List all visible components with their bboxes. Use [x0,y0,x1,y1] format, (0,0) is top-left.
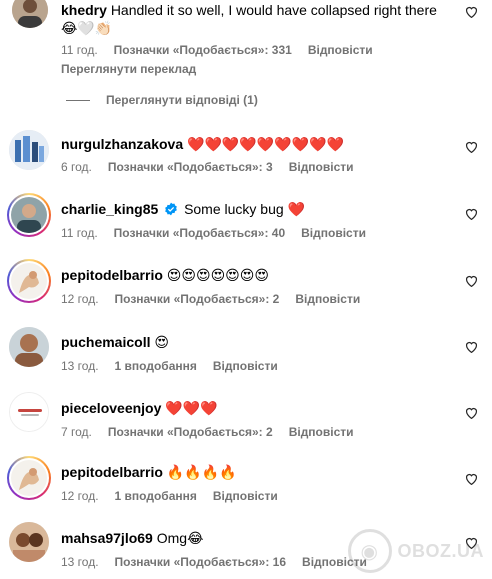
comment-time[interactable]: 12 год. [61,488,99,504]
comment-text: 🔥🔥🔥🔥 [166,464,237,480]
like-heart-icon[interactable] [465,141,478,153]
comment-time[interactable]: 13 год. [61,358,99,374]
like-heart-icon[interactable] [465,275,478,287]
comment-meta: 11 год. Позначки «Подобається»: 40 Відпо… [61,225,366,241]
avatar[interactable] [9,522,49,562]
reply-button[interactable]: Відповісти [213,358,278,374]
avatar[interactable] [11,460,47,496]
reply-button[interactable]: Відповісти [289,424,354,440]
comment-text: 😍😍😍😍😍😍😍 [166,267,269,283]
comment-text-line: pepitodelbarrio 😍😍😍😍😍😍😍 [61,266,462,284]
comment-text: Handled it so well, I would have collaps… [110,2,437,18]
comment-text-line: nurgulzhanzakova ❤️❤️❤️❤️❤️❤️❤️❤️❤️ [61,135,462,153]
comment-time[interactable]: 13 год. [61,554,99,570]
comment-username[interactable]: pepitodelbarrio [61,267,163,283]
comment-likes[interactable]: Позначки «Подобається»: 331 [114,42,292,58]
comment-time[interactable]: 11 год. [61,42,98,58]
watermark-circle-icon: ◉ [347,529,392,573]
comment-likes[interactable]: Позначки «Подобається»: 2 [115,291,280,307]
view-replies-label[interactable]: Переглянути відповіді (1) [106,93,258,107]
comment-likes[interactable]: 1 вподобання [115,488,197,504]
comment-text: Omg😂 [156,530,204,546]
watermark-text: OBOZ.UA [397,540,484,561]
comment-username[interactable]: khedry [61,2,107,18]
comment-username[interactable]: charlie_king85 [61,201,158,217]
comment-username[interactable]: puchemaicoll [61,334,150,350]
like-heart-icon[interactable] [465,208,478,220]
comment-text-line: puchemaicoll 😍 [61,333,462,351]
comment-meta: 7 год. Позначки «Подобається»: 2 Відпові… [61,424,354,440]
comment-time[interactable]: 12 год. [61,291,99,307]
comment-username[interactable]: pepitodelbarrio [61,464,163,480]
comment-username[interactable]: pieceloveenjoy [61,400,161,416]
avatar[interactable] [11,197,47,233]
like-heart-icon[interactable] [465,407,478,419]
verified-badge-icon [165,202,178,216]
comment-text-line: pepitodelbarrio 🔥🔥🔥🔥 [61,463,462,481]
avatar[interactable] [9,130,49,170]
comment-meta: 12 год. 1 вподобання Відповісти [61,488,278,504]
watermark-logo: ◉ OBOZ.UA [347,529,485,573]
comment-username[interactable]: nurgulzhanzakova [61,136,183,152]
comment-text-line: khedry Handled it so well, I would have … [61,1,462,37]
comment-likes[interactable]: Позначки «Подобається»: 2 [108,424,273,440]
reply-button[interactable]: Відповісти [295,291,360,307]
comment-likes[interactable]: Позначки «Подобається»: 40 [114,225,285,241]
avatar[interactable] [11,263,47,299]
reply-button[interactable]: Відповісти [289,159,354,175]
comment-text: ❤️❤️❤️❤️❤️❤️❤️❤️❤️ [187,136,344,152]
comment-text-line: pieceloveenjoy ❤️❤️❤️ [61,399,462,417]
comment-time[interactable]: 6 год. [61,159,92,175]
like-heart-icon[interactable] [465,341,478,353]
comment-meta: 12 год. Позначки «Подобається»: 2 Відпов… [61,291,360,307]
comment-text: Some lucky bug ❤️ [184,201,305,217]
reply-button[interactable]: Відповісти [213,488,278,504]
like-heart-icon[interactable] [465,6,478,18]
view-replies-button[interactable]: Переглянути відповіді (1) [66,93,258,107]
comment-meta: 11 год. Позначки «Подобається»: 331 Відп… [61,42,373,58]
comment-meta: 13 год. 1 вподобання Відповісти [61,358,278,374]
comment-likes[interactable]: Позначки «Подобається»: 3 [108,159,273,175]
avatar[interactable] [9,327,49,367]
like-heart-icon[interactable] [465,473,478,485]
comment-text-emoji: 😂🤍👏🏻 [61,20,113,36]
replies-divider [66,99,90,101]
avatar[interactable] [9,392,49,432]
avatar[interactable] [12,0,48,28]
comment-time[interactable]: 11 год. [61,225,98,241]
reply-button[interactable]: Відповісти [308,42,373,58]
comment-text: ❤️❤️❤️ [165,400,218,416]
comment-likes[interactable]: 1 вподобання [115,358,197,374]
comment-meta: 6 год. Позначки «Подобається»: 3 Відпові… [61,159,354,175]
comment-likes[interactable]: Позначки «Подобається»: 16 [115,554,286,570]
comment-meta: 13 год. Позначки «Подобається»: 16 Відпо… [61,554,367,570]
comment-username[interactable]: mahsa97jlo69 [61,530,153,546]
see-translation-link[interactable]: Переглянути переклад [61,61,196,77]
comment-text: 😍 [154,334,169,350]
reply-button[interactable]: Відповісти [301,225,366,241]
comment-text-line: charlie_king85 Some lucky bug ❤️ [61,200,462,218]
comment-time[interactable]: 7 год. [61,424,92,440]
